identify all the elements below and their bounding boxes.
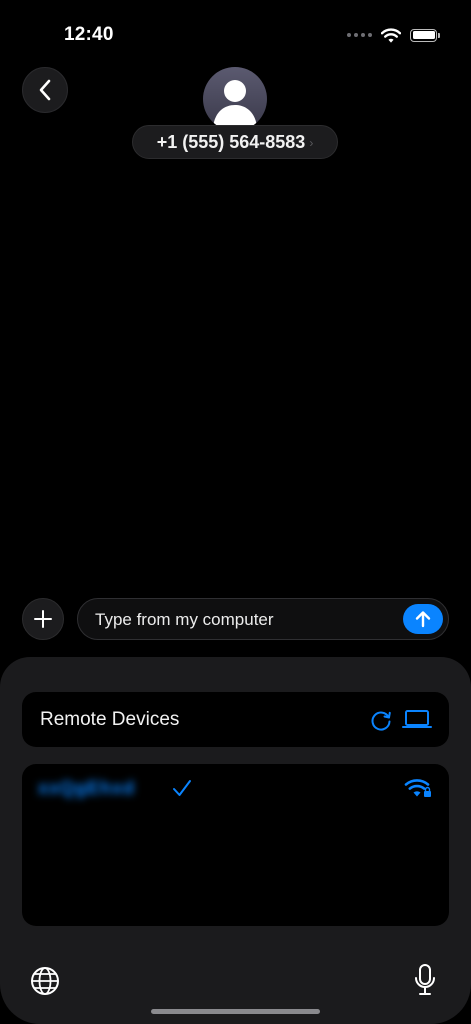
laptop-icon[interactable] [402,709,432,729]
device-name[interactable]: xxQgEhxd [38,778,135,799]
microphone-icon[interactable] [413,963,437,997]
checkmark-icon [173,780,191,796]
wifi-lock-icon [404,779,431,797]
remote-devices-title: Remote Devices [40,709,180,730]
contact-name-button[interactable]: +1 (555) 564-8583 › [132,125,338,159]
status-icons [347,26,440,44]
contact-avatar[interactable] [203,67,267,131]
person-icon [213,80,257,127]
globe-icon[interactable] [30,966,60,996]
refresh-icon[interactable] [369,708,393,732]
cellular-dots-icon [347,33,372,37]
battery-icon [410,28,440,42]
contact-name: +1 (555) 564-8583 [156,131,306,152]
send-button[interactable] [403,604,443,634]
wifi-icon [381,27,401,43]
plus-icon [34,610,52,628]
device-list: xxQgEhxd [22,764,449,926]
message-input[interactable]: Type from my computer [77,598,449,640]
add-attachment-button[interactable] [22,598,64,640]
status-bar: 12:40 [0,0,471,60]
back-button[interactable] [22,67,68,113]
home-indicator [151,1009,320,1014]
chevron-right-icon: › [309,136,314,150]
chevron-left-icon [39,79,51,101]
arrow-up-icon [415,611,431,628]
message-text: Type from my computer [95,610,274,629]
status-time: 12:40 [64,24,114,45]
remote-devices-header: Remote Devices [22,692,449,747]
